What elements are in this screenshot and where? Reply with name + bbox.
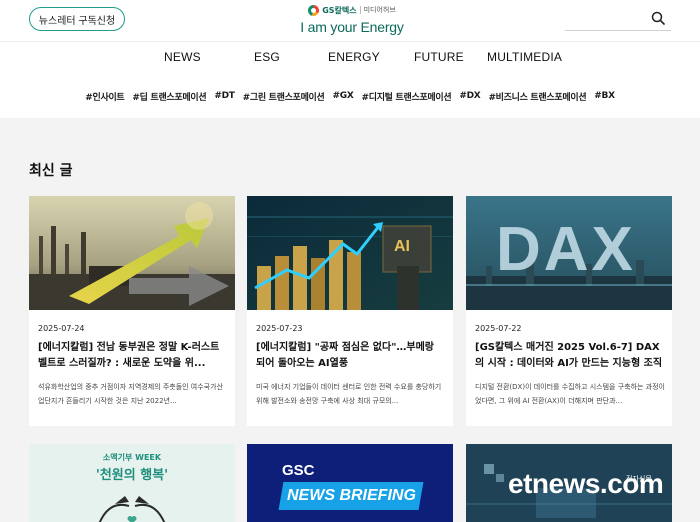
etnews-watermark-sub: 전자신문 bbox=[626, 475, 652, 483]
post-card-3-date: 2025-07-22 bbox=[475, 324, 522, 333]
nav-item-esg[interactable]: ESG bbox=[254, 50, 280, 64]
newsletter-subscribe-button[interactable]: 뉴스레터 구독신청 bbox=[29, 7, 125, 31]
search-input[interactable] bbox=[565, 6, 645, 30]
post-card-2-image: AI bbox=[247, 196, 453, 310]
post-card-2-title[interactable]: [에너지칼럼] "공짜 점심은 없다"…부메랑 되어 돌아오는 AI열풍 bbox=[256, 340, 446, 372]
tag-digital-transformation[interactable]: #디지털 트랜스포메이션 bbox=[361, 90, 451, 103]
post-card-1-title[interactable]: [에너지칼럼] 전남 동부권은 정말 K-러스트벨트로 스러질까? : 새로운 … bbox=[38, 340, 228, 372]
tag-insight[interactable]: #인사이트 bbox=[85, 90, 124, 103]
tag-deep-transformation[interactable]: #딥 트랜스포메이션 bbox=[132, 90, 206, 103]
post-card-3[interactable]: DAX 2025-07-22 [GS칼텍스 매거진 2025 Vol.6-7] … bbox=[466, 196, 672, 426]
etnews-watermark: etnews.com bbox=[508, 468, 664, 499]
latest-posts-section: 최신 글 2025-07-24 [에너지칼럼] 전남 동부권은 정말 K-러스트… bbox=[0, 118, 700, 522]
post-card-2-date: 2025-07-23 bbox=[256, 324, 303, 333]
nav-item-future[interactable]: FUTURE bbox=[414, 50, 464, 64]
post-card-2-summary: 미국 에너지 기업들이 데이터 센터로 인한 전력 수요를 충당하기 위해 발전… bbox=[256, 383, 442, 405]
main-nav: NEWS ESG ENERGY FUTURE MULTIMEDIA bbox=[0, 42, 700, 74]
nav-item-news[interactable]: NEWS bbox=[164, 50, 201, 64]
post-card-2[interactable]: AI 2025-07-23 [에너지칼럼] "공짜 점심은 없다"…부메랑 되어… bbox=[247, 196, 453, 426]
post-card-5-title: GSC bbox=[282, 462, 315, 479]
industrial-arrow-illustration bbox=[29, 196, 235, 310]
logo-brand: GS칼텍스 bbox=[322, 5, 357, 15]
logo-tagline: I am your Energy bbox=[300, 19, 404, 35]
post-card-3-summary: 디지털 전환(DX)이 데이터를 수집하고 시스템을 구축하는 과정이었다면, … bbox=[475, 383, 665, 405]
logo-divider bbox=[359, 6, 361, 14]
nav-item-multimedia[interactable]: MULTIMEDIA bbox=[487, 50, 562, 64]
site-header: 뉴스레터 구독신청 GS칼텍스 미디어허브 I am your Energy bbox=[0, 0, 700, 42]
post-card-1-image bbox=[29, 196, 235, 310]
ai-datacenter-illustration bbox=[247, 196, 453, 310]
post-card-4[interactable]: 소액기부 WEEK '천원의 행복' bbox=[29, 444, 235, 522]
post-card-6[interactable]: etnews.com 전자신문 bbox=[466, 444, 672, 522]
search-box bbox=[565, 6, 671, 31]
tag-dt[interactable]: #DT bbox=[214, 91, 235, 101]
tag-business-transformation[interactable]: #비즈니스 트랜스포메이션 bbox=[488, 90, 586, 103]
post-card-5-banner-text: NEWS BRIEFING bbox=[286, 487, 416, 504]
tag-bx[interactable]: #BX bbox=[594, 91, 615, 101]
logo-top-row: GS칼텍스 미디어허브 bbox=[292, 3, 412, 17]
post-card-3-image: DAX bbox=[466, 196, 672, 310]
post-card-3-image-text: DAX bbox=[496, 215, 636, 284]
post-card-5-banner: NEWS BRIEFING bbox=[278, 482, 424, 510]
logo-hub: 미디어허브 bbox=[363, 6, 396, 14]
post-card-2-image-text: AI bbox=[394, 238, 410, 255]
post-card-1-date: 2025-07-24 bbox=[38, 324, 85, 333]
search-icon[interactable] bbox=[651, 11, 665, 25]
gs-logo-icon bbox=[308, 4, 320, 16]
hashtag-bar: #인사이트 #딥 트랜스포메이션 #DT #그린 트랜스포메이션 #GX #디지… bbox=[0, 74, 700, 118]
post-card-1-summary: 석유화학산업의 중추 거점이자 지역경제의 주춧돌인 여수국가산업단지가 흔들리… bbox=[38, 383, 224, 405]
post-card-3-title[interactable]: [GS칼텍스 매거진 2025 Vol.6-7] DAX의 시작 : 데이터와 … bbox=[475, 340, 665, 372]
nav-item-energy[interactable]: ENERGY bbox=[328, 50, 380, 64]
section-title: 최신 글 bbox=[29, 163, 73, 179]
tag-green-transformation[interactable]: #그린 트랜스포메이션 bbox=[243, 90, 325, 103]
post-card-1[interactable]: 2025-07-24 [에너지칼럼] 전남 동부권은 정말 K-러스트벨트로 스… bbox=[29, 196, 235, 426]
hands-heart-icon bbox=[98, 496, 166, 522]
post-card-5[interactable]: GSC NEWS BRIEFING bbox=[247, 444, 453, 522]
site-logo[interactable]: GS칼텍스 미디어허브 I am your Energy bbox=[292, 3, 412, 37]
tag-gx[interactable]: #GX bbox=[333, 91, 354, 101]
tag-dx[interactable]: #DX bbox=[459, 91, 480, 101]
